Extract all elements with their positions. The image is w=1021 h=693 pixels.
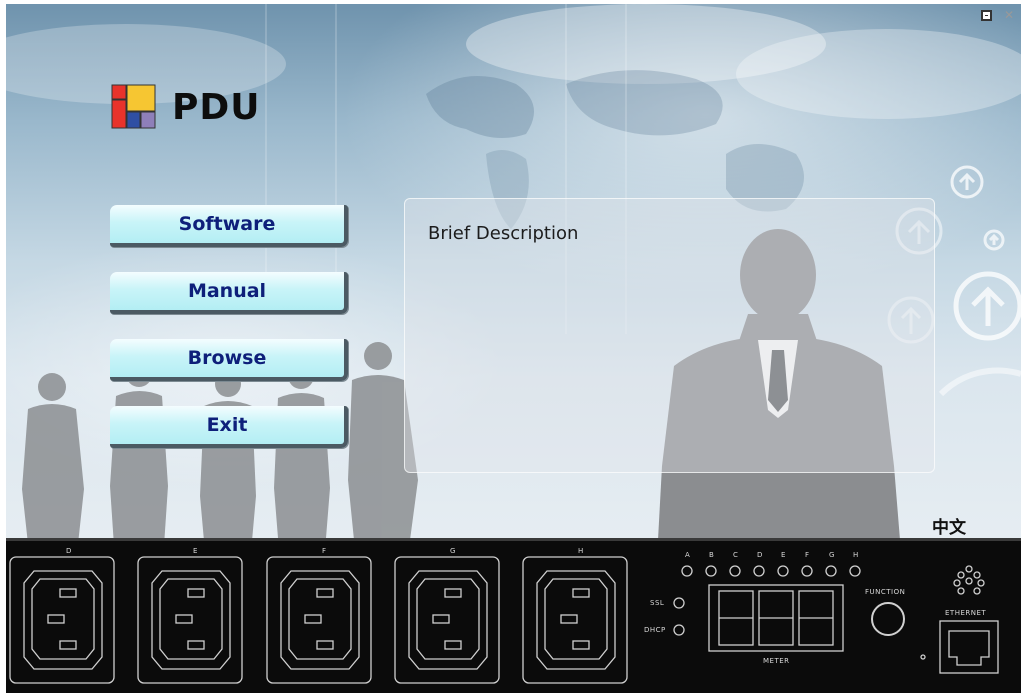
function-label: FUNCTION [865, 588, 906, 596]
manual-button[interactable]: Manual [110, 272, 348, 314]
dhcp-label: DHCP [644, 626, 666, 634]
power-outlet [266, 556, 372, 684]
led-indicator-row [681, 565, 861, 577]
language-toggle-link[interactable]: 中文 [932, 513, 966, 538]
ssl-label: SSL [650, 599, 665, 607]
power-outlet [137, 556, 243, 684]
pdu-launcher-window: ✕ PDU Software Manual Browse Exit Brief … [0, 0, 1021, 693]
software-button[interactable]: Software [110, 205, 348, 247]
meter-label: METER [763, 657, 790, 665]
ethernet-port [939, 620, 999, 674]
minimize-icon[interactable] [981, 10, 992, 21]
device-panel-graphics [9, 556, 999, 684]
app-title: PDU [172, 86, 261, 128]
dhcp-led [673, 624, 685, 636]
led-label: D [757, 551, 763, 559]
ethernet-label: ETHERNET [945, 609, 987, 617]
exit-button[interactable]: Exit [110, 406, 348, 448]
app-logo: PDU [110, 83, 261, 131]
power-outlet [522, 556, 628, 684]
power-outlet [9, 556, 115, 684]
power-outlet [394, 556, 500, 684]
led-label: F [805, 551, 810, 559]
description-title: Brief Description [428, 223, 579, 244]
led-label: G [829, 551, 835, 559]
browse-button[interactable]: Browse [110, 339, 348, 381]
speaker-grille [953, 565, 985, 595]
led-label: B [709, 551, 715, 559]
close-icon[interactable]: ✕ [1004, 9, 1015, 21]
meter-display [708, 584, 844, 652]
led-label: C [733, 551, 739, 559]
colored-squares-logo-icon [111, 84, 156, 129]
pdu-device-panel: D E F G H A B C D E F G H SSL DHCP METER… [6, 538, 1021, 693]
led-label: A [685, 551, 691, 559]
function-button-graphic [871, 602, 905, 636]
led-label: H [853, 551, 859, 559]
description-panel: Brief Description [404, 198, 935, 473]
led-label: E [781, 551, 786, 559]
ssl-led [673, 597, 685, 609]
